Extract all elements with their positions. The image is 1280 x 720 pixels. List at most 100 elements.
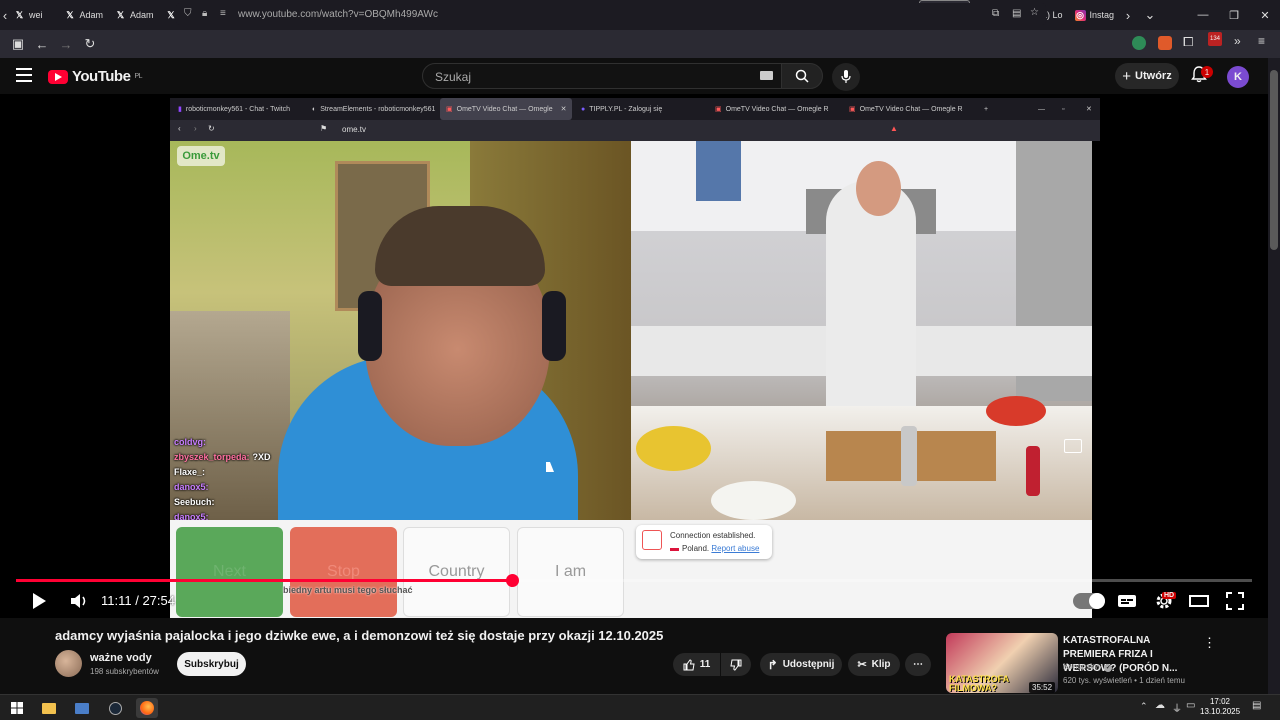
clip-button[interactable]: ✂ Klip (848, 653, 900, 676)
reader-view-icon[interactable]: ▤ (1012, 8, 1021, 19)
desktop-app-icon[interactable] (71, 698, 93, 718)
extension-icon[interactable] (1158, 36, 1172, 50)
tab-scroll-left-icon[interactable]: ‹ (0, 3, 10, 27)
tab-list-dropdown-icon[interactable]: ⌄ (1135, 3, 1165, 27)
browser-tab[interactable]: ◎Instag (1071, 0, 1122, 30)
scrubber-handle[interactable] (506, 574, 519, 587)
scissors-icon: ✂ (857, 659, 867, 671)
hamburger-menu-icon[interactable] (16, 68, 32, 82)
close-window-icon[interactable]: ✕ (1250, 0, 1280, 30)
browser-navbar: ▣ ← → ↻ (0, 30, 1280, 58)
connection-status-box: Connection established. Poland. Report a… (636, 525, 772, 559)
notifications-center-icon[interactable]: ▤ (1252, 700, 1261, 711)
scrollbar-thumb[interactable] (1270, 70, 1278, 250)
file-explorer-icon[interactable] (38, 698, 60, 718)
youtube-logo[interactable]: YouTube PL (48, 68, 142, 85)
recommended-menu-icon[interactable]: ⋮ (1203, 635, 1216, 651)
x-logo-icon: 𝕏 (116, 9, 125, 20)
browser-tab[interactable]: 𝕏 Adam (61, 0, 112, 30)
shield-icon[interactable]: ⛉ (184, 8, 192, 19)
search-button[interactable] (781, 63, 823, 89)
channel-avatar[interactable] (55, 650, 82, 677)
ometv-icon: ▣ (715, 106, 722, 113)
forward-icon[interactable]: → (54, 32, 78, 56)
more-actions-button[interactable]: ⋯ (905, 653, 931, 676)
volume-icon[interactable] (68, 590, 90, 612)
browser-tab[interactable]: 𝕏 Adam (111, 0, 162, 30)
streamelements-icon: ◐ (312, 105, 317, 113)
chat-message: danox5: (174, 482, 212, 492)
recommended-channel-name: Konopskyy (1063, 662, 1103, 671)
tomato-bowl (986, 396, 1046, 426)
account-avatar[interactable]: K (1227, 66, 1249, 88)
youtube-logo-text: YouTube (72, 68, 131, 85)
app-menu-icon[interactable]: ≡ (1258, 34, 1265, 48)
connection-status-text: Connection established. (670, 531, 756, 540)
windows-start-icon[interactable] (6, 698, 28, 718)
network-icon[interactable]: ▭ (1186, 700, 1195, 711)
bookmark-star-icon[interactable]: ☆ (1030, 7, 1039, 18)
steam-icon[interactable] (104, 698, 126, 718)
like-button[interactable]: 11 (673, 653, 720, 676)
right-camera-feed (631, 141, 1092, 520)
video-player[interactable]: ▮ roboticmonkey561 - Chat - Twitch ◐ Strea… (0, 94, 1268, 618)
search-input[interactable]: Szukaj (422, 63, 782, 89)
vpn-extension-icon[interactable] (1132, 36, 1146, 50)
back-icon[interactable]: ← (30, 32, 54, 56)
picture-in-picture-icon[interactable]: ⧉ (992, 8, 999, 19)
voice-search-button[interactable] (832, 63, 860, 91)
clip-label: Klip (871, 659, 891, 670)
clock-date: 13.10.2025 (1200, 707, 1241, 716)
onedrive-icon[interactable]: ☁ (1155, 700, 1165, 711)
browser-tab[interactable]: 𝕏wei (10, 0, 61, 30)
autoplay-toggle[interactable] (1073, 593, 1105, 609)
create-button[interactable]: + Utwórz (1115, 63, 1179, 89)
reload-icon[interactable]: ↻ (78, 32, 102, 56)
progress-bar[interactable] (16, 574, 1252, 587)
keyboard-icon[interactable] (760, 71, 773, 80)
maximize-icon[interactable]: ❐ (1219, 0, 1249, 30)
video-inner-tab-strip: ▮ roboticmonkey561 - Chat - Twitch ◐ Strea… (170, 98, 1100, 120)
subtitles-icon[interactable] (1116, 590, 1138, 612)
ometv-logo: Ome.tv (177, 146, 225, 166)
chat-username: Flaxe_: (174, 467, 206, 477)
tab-scroll-right-icon[interactable]: › (1121, 3, 1135, 27)
chat-message: Seebuch: (174, 497, 218, 507)
fullscreen-icon[interactable] (1224, 590, 1246, 612)
permissions-icon[interactable]: ≡ (220, 8, 226, 19)
country-button: Country (403, 527, 510, 617)
x-logo-icon: 𝕏 (15, 9, 24, 20)
theater-mode-icon[interactable] (1188, 590, 1210, 612)
inner-tab: ◐ StreamElements - roboticmonkey561 (312, 105, 436, 113)
notification-badge: 1 (1201, 66, 1213, 78)
thumbs-down-icon (730, 659, 742, 671)
lock-icon[interactable]: 🔒︎ (202, 8, 207, 19)
dislike-button[interactable] (721, 653, 751, 676)
chat-message: coldvg: (174, 437, 209, 447)
subscribe-button[interactable]: Subskrybuj (177, 652, 246, 676)
browser-tab-label: Adam (79, 10, 104, 20)
poland-flag-icon (670, 545, 679, 551)
chat-text: ?XD (252, 452, 271, 462)
inner-new-tab-icon: + (984, 105, 989, 113)
man-head (856, 161, 901, 216)
extensions-puzzle-icon[interactable]: ⧠ (1183, 34, 1193, 50)
share-button[interactable]: ↱ Udostępnij (760, 653, 842, 676)
overflow-chevron-icon[interactable]: » (1234, 34, 1241, 48)
channel-name[interactable]: ważne vody (90, 652, 152, 664)
like-count: 11 (699, 659, 711, 670)
tray-chevron-icon[interactable]: ⌃ (1140, 701, 1148, 712)
address-bar[interactable]: ⛉ 🔒︎ ≡ www.youtube.com/watch?v=OBQMh499A… (176, 3, 1046, 25)
usb-icon[interactable]: ⏚ (1172, 700, 1182, 715)
ublock-badge[interactable]: 134 (1208, 32, 1222, 46)
system-clock[interactable]: 17:02 13.10.2025 (1200, 697, 1240, 717)
play-icon[interactable] (28, 590, 50, 612)
sidebar-toggle-icon[interactable]: ▣ (6, 32, 30, 56)
inner-minimize-icon: — (1038, 105, 1045, 113)
recommended-duration: 35:52 (1029, 682, 1056, 693)
firefox-icon[interactable] (136, 698, 158, 718)
inner-bookmark-icon: ⚑ (320, 124, 328, 133)
recommended-channel[interactable]: Konopskyy ✓ (1063, 662, 1113, 672)
inner-brave-icon: ▲ (890, 124, 898, 133)
minimize-icon[interactable]: — (1188, 0, 1218, 30)
